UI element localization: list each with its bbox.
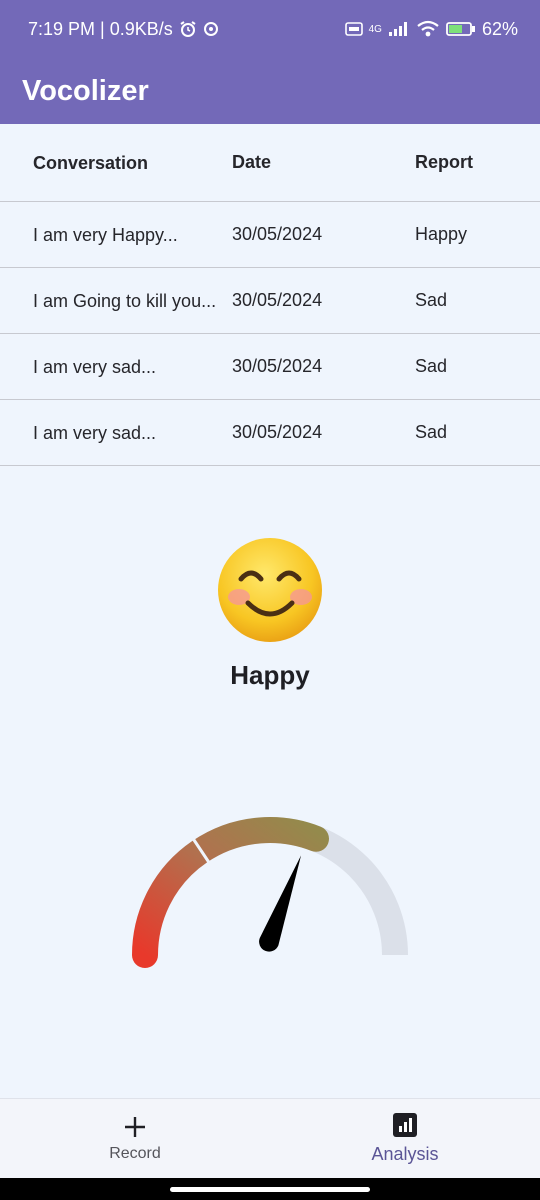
row-date: 30/05/2024 — [232, 356, 323, 376]
app-title: Vocolizer — [22, 74, 149, 107]
sync-icon — [203, 22, 218, 36]
nav-item-analysis[interactable]: Analysis — [270, 1099, 540, 1178]
header-report: Report — [415, 152, 473, 172]
row-report: Happy — [415, 224, 468, 244]
mood-label: Happy — [230, 660, 310, 690]
table-row[interactable]: I am very Happy... 30/05/2024 Happy — [0, 202, 540, 268]
conversation-table: Conversation Date Report I am very Happy… — [0, 124, 540, 466]
header-date: Date — [232, 152, 272, 172]
battery-percent: 62% — [481, 18, 518, 39]
status-right: 4G 62% — [344, 18, 518, 40]
analytics-icon — [393, 1113, 417, 1137]
table-header: Conversation Date Report — [0, 124, 540, 202]
row-conversation: I am Going to kill you... — [33, 290, 217, 311]
row-date: 30/05/2024 — [232, 422, 323, 442]
nav-label-record: Record — [109, 1144, 161, 1162]
row-conversation: I am very sad... — [33, 422, 157, 443]
row-date: 30/05/2024 — [232, 290, 323, 310]
status-bar: 7:19 PM | 0.9KB/s 4G 62% — [0, 0, 540, 58]
bottom-navigation: Record Analysis — [0, 1098, 540, 1178]
volte-icon — [344, 22, 363, 36]
signal-icon — [388, 22, 407, 36]
alarm-icon — [180, 21, 196, 37]
row-report: Sad — [415, 290, 448, 310]
nav-item-record[interactable]: Record — [0, 1099, 270, 1178]
battery-icon — [446, 22, 475, 36]
network-type-label: 4G — [368, 23, 382, 35]
row-conversation: I am very sad... — [33, 356, 157, 377]
status-time: 7:19 PM | 0.9KB/s — [28, 18, 173, 39]
row-report: Sad — [415, 356, 448, 376]
wifi-icon — [417, 20, 439, 37]
table-row[interactable]: I am very sad... 30/05/2024 Sad — [0, 334, 540, 400]
row-report: Sad — [415, 422, 448, 442]
plus-icon — [125, 1116, 145, 1137]
home-indicator[interactable] — [170, 1187, 370, 1192]
gauge-needle — [259, 855, 302, 952]
mood-emoji-container — [0, 535, 540, 650]
row-date: 30/05/2024 — [232, 224, 323, 244]
row-conversation: I am very Happy... — [33, 224, 178, 245]
table-row[interactable]: I am Going to kill you... 30/05/2024 Sad — [0, 268, 540, 334]
mood-gauge — [132, 817, 408, 968]
smiling-face-icon — [218, 538, 322, 642]
header-conversation: Conversation — [33, 152, 149, 173]
nav-label-analysis: Analysis — [371, 1144, 439, 1164]
table-row[interactable]: I am very sad... 30/05/2024 Sad — [0, 400, 540, 466]
status-left: 7:19 PM | 0.9KB/s — [28, 19, 219, 40]
app-bar: Vocolizer — [0, 58, 540, 124]
